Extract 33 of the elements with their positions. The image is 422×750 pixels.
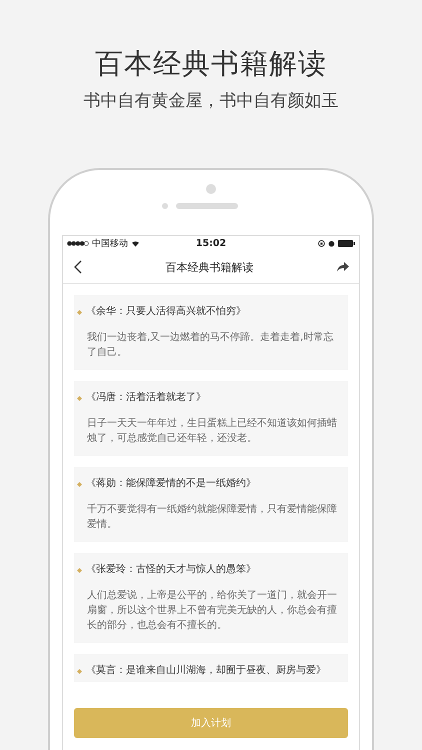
book-title: 《冯唐：活着活着就老了》 [86, 391, 206, 405]
speaker-icon [176, 203, 238, 209]
book-card[interactable]: 《蒋勋：能保障爱情的不是一纸婚约》 千万不要觉得有一纸婚约就能保障爱情，只有爱情能保障爱情。 [74, 467, 348, 542]
book-excerpt: 我们一边丧着,又一边燃着的马不停蹄。走着走着,时常忘了自己。 [86, 330, 334, 360]
alarm-icon [328, 240, 335, 247]
headline: 百本经典书籍解读 [95, 46, 327, 82]
diamond-bullet-icon [77, 482, 82, 486]
share-button[interactable] [335, 260, 351, 274]
subtitle: 书中自有黄金屋，书中自有颜如玉 [84, 90, 338, 112]
book-card[interactable]: 《余华：只要人活得高兴就不怕穷》 我们一边丧着,又一边燃着的马不停蹄。走着走着,时常忘了自己。 [74, 295, 348, 370]
wifi-icon [131, 240, 140, 247]
signal-icon [67, 241, 89, 246]
book-title: 《莫言：是谁来自山川湖海，却囿于昼夜、厨房与爱》 [86, 664, 326, 678]
camera-icon [206, 184, 216, 194]
sensor-icon [162, 203, 168, 209]
status-time: 15:02 [196, 238, 226, 249]
diamond-bullet-icon [77, 310, 82, 314]
lock-icon [318, 240, 325, 247]
book-title: 《余华：只要人活得高兴就不怕穷》 [86, 305, 246, 319]
book-title: 《蒋勋：能保障爱情的不是一纸婚约》 [86, 477, 256, 491]
battery-icon [338, 240, 355, 247]
book-card[interactable]: 《张爱玲：古怪的天才与惊人的愚笨》 人们总爱说，上帝是公平的，给你关了一道门，就会开一扇窗，所以这个世界上不曾有完美无缺的人，你总会有擅长的部分，也总会有不擅长的。 [74, 553, 348, 643]
book-excerpt: 千万不要觉得有一纸婚约就能保障爱情，只有爱情能保障爱情。 [86, 502, 338, 532]
diamond-bullet-icon [77, 396, 82, 400]
book-excerpt: 日子一天天一年年过，生日蛋糕上已经不知道该如何插蜡烛了，可总感觉自己还年轻，还没老。 [86, 416, 338, 446]
carrier-name: 中国移动 [92, 238, 128, 250]
diamond-bullet-icon [77, 668, 82, 674]
book-excerpt: 人们总爱说，上帝是公平的，给你关了一道门，就会开一扇窗，所以这个世界上不曾有完美无缺的人，你总会有擅长的部分，也总会有不擅长的。 [86, 588, 338, 633]
book-card[interactable]: 《冯唐：活着活着就老了》 日子一天天一年年过，生日蛋糕上已经不知道该如何插蜡烛了，可总感觉自己还年轻，还没老。 [74, 381, 348, 456]
book-title: 《张爱玲：古怪的天才与惊人的愚笨》 [86, 563, 256, 577]
book-card[interactable]: 《莫言：是谁来自山川湖海，却囿于昼夜、厨房与爱》 [74, 654, 348, 682]
diamond-bullet-icon [77, 568, 82, 572]
nav-title: 百本经典书籍解读 [166, 260, 254, 274]
